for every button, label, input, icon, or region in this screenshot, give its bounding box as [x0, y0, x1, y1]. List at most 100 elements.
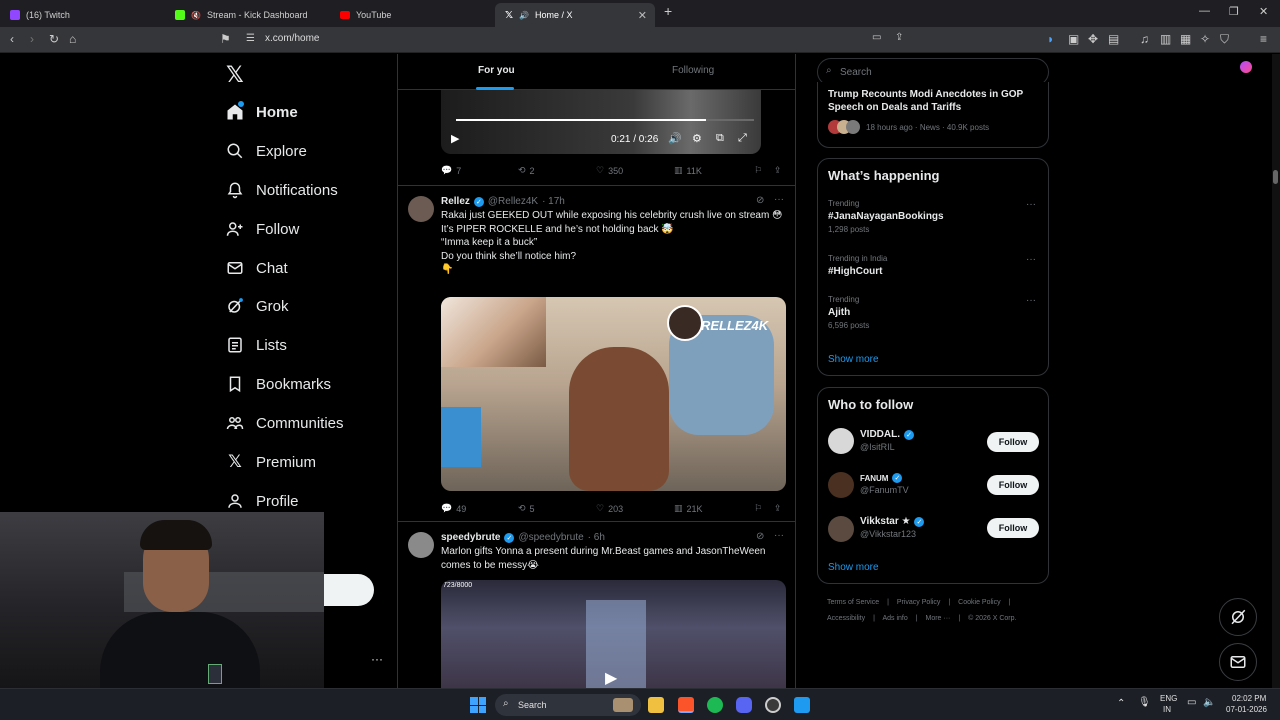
extension-icon[interactable]: ◗ [1047, 32, 1054, 46]
play-icon[interactable]: ▶ [605, 668, 617, 688]
sidebar-item-premium[interactable]: 𝕏 Premium [226, 449, 316, 475]
user-info[interactable]: Vikkstar ★ ✓ @Vikkstar123 [860, 516, 925, 539]
tweet[interactable]: Rellez ✓ @Rellez4K · 17h ⊘ ··· Rakai jus… [398, 185, 795, 521]
brave-browser-icon[interactable] [678, 697, 694, 713]
new-tab-button[interactable]: + [664, 3, 672, 19]
network-icon[interactable]: ▭ [1187, 697, 1196, 708]
sidebar-item-explore[interactable]: Explore [226, 138, 307, 164]
restore-button[interactable]: ❐ [1229, 5, 1239, 18]
avatar[interactable] [828, 472, 854, 498]
puzzle-icon[interactable]: ✥ [1088, 32, 1098, 46]
sidebar-item-home[interactable]: Home [226, 99, 298, 125]
handle[interactable]: @Rellez4K [488, 196, 538, 207]
scrollbar-thumb[interactable] [1273, 170, 1278, 184]
share-button[interactable]: ⇪ [774, 503, 782, 514]
play-icon[interactable]: ▶ [451, 132, 459, 145]
follow-button[interactable]: Follow [987, 432, 1039, 452]
like-button[interactable]: ♡ 203 [596, 503, 623, 514]
more-options-icon[interactable]: ··· [774, 530, 784, 541]
windows-start-icon[interactable] [470, 697, 486, 713]
close-window-button[interactable]: ✕ [1259, 5, 1268, 18]
bookmark-page-icon[interactable]: ⚑ [220, 32, 231, 46]
tab-twitch[interactable]: (16) Twitch [0, 3, 165, 27]
tab-for-you[interactable]: For you [478, 65, 515, 76]
sidebar-icon[interactable]: ▥ [1160, 32, 1171, 46]
volume-icon[interactable]: 🔈 [1203, 697, 1215, 708]
clock-date[interactable]: 07-01-2026 [1226, 705, 1267, 714]
reply-button[interactable]: 💬 7 [441, 165, 461, 176]
tweet-media-video[interactable]: RELLEZ4K [441, 297, 786, 491]
tweet-media-video[interactable]: 723/8000 ▶ [441, 580, 786, 688]
share-button[interactable]: ⇪ [774, 165, 782, 176]
more-options-icon[interactable]: ··· [1026, 254, 1036, 265]
user-info[interactable]: FANUM ✓ @FanumTV [860, 473, 909, 495]
messages-button[interactable] [1219, 643, 1257, 681]
footer-link[interactable]: Cookie Policy [958, 599, 1000, 606]
timestamp[interactable]: · 17h [542, 196, 565, 207]
settings-gear-icon[interactable]: ⚙ [692, 132, 702, 145]
trend-item[interactable]: Trending Ajith 6,596 posts [828, 295, 869, 330]
trend-item[interactable]: Trending #JanaNayaganBookings 1,298 post… [828, 199, 944, 234]
sidebar-item-bookmarks[interactable]: Bookmarks [226, 371, 331, 397]
sidebar-item-grok[interactable]: Grok [226, 293, 289, 319]
app-icon[interactable] [794, 697, 810, 713]
search-input[interactable]: Search [840, 67, 872, 78]
reload-icon[interactable]: ↻ [49, 32, 59, 46]
leo-ai-icon[interactable]: ✧ [1200, 32, 1210, 46]
user-info[interactable]: VIDDAL. ✓ @IsitRIL [860, 429, 914, 452]
discord-icon[interactable] [736, 697, 752, 713]
avatar[interactable] [408, 532, 434, 558]
more-icon[interactable]: ··· [371, 652, 383, 666]
wallet-icon[interactable]: ▦ [1180, 32, 1191, 46]
profile-avatar-icon[interactable] [1240, 61, 1252, 73]
scrollbar[interactable] [1272, 54, 1280, 688]
tab-following[interactable]: Following [672, 65, 714, 76]
tab-kick[interactable]: 🔇 Stream - Kick Dashboard [165, 3, 330, 27]
video-progress-track[interactable] [456, 119, 754, 121]
share-icon[interactable]: ⇪ [895, 32, 903, 43]
taskbar-search[interactable]: ⌕ Search [495, 694, 641, 716]
avatar[interactable] [828, 428, 854, 454]
footer-link[interactable]: Terms of Service [827, 599, 879, 606]
follow-button[interactable]: Follow [987, 518, 1039, 538]
forward-icon[interactable]: › [30, 32, 34, 46]
views-button[interactable]: ▥ 11K [674, 165, 702, 176]
language-region[interactable]: IN [1163, 705, 1171, 714]
show-more-link[interactable]: Show more [828, 354, 879, 365]
grok-icon[interactable]: ⊘ [756, 531, 764, 542]
footer-link[interactable]: More ··· [926, 615, 951, 622]
extension-icon[interactable]: ▣ [1068, 32, 1079, 46]
volume-icon[interactable]: 🔊 [668, 132, 682, 145]
grok-button[interactable] [1219, 598, 1257, 636]
display-name[interactable]: Rellez [441, 196, 470, 207]
trend-item[interactable]: Trending in India #HighCourt [828, 254, 887, 277]
sidebar-item-follow[interactable]: Follow [226, 216, 299, 242]
avatar[interactable] [408, 196, 434, 222]
video-player[interactable]: ▶ 0:21 / 0:26 🔊 ⚙ ⧉ ⤢ [441, 90, 761, 154]
install-app-icon[interactable]: ▭ [872, 32, 881, 43]
display-name[interactable]: speedybrute [441, 532, 500, 543]
chevron-up-icon[interactable]: ⌃ [1117, 698, 1125, 709]
news-card[interactable]: Trump Recounts Modi Anecdotes in GOP Spe… [817, 82, 1049, 148]
like-button[interactable]: ♡ 350 [596, 165, 623, 176]
close-tab-icon[interactable]: ✕ [638, 9, 647, 22]
sidebar-item-chat[interactable]: Chat [226, 255, 288, 281]
footer-link[interactable]: Privacy Policy [897, 599, 941, 606]
footer-link[interactable]: Accessibility [827, 615, 865, 622]
music-icon[interactable]: ♫ [1140, 32, 1149, 46]
reply-button[interactable]: 💬 49 [441, 503, 466, 514]
back-icon[interactable]: ‹ [10, 32, 14, 46]
x-logo-icon[interactable]: 𝕏 [226, 62, 244, 88]
repost-button[interactable]: ⟲ 5 [518, 503, 535, 514]
avatar[interactable] [828, 516, 854, 542]
more-options-icon[interactable]: ··· [1026, 295, 1036, 306]
follow-button[interactable]: Follow [987, 475, 1039, 495]
site-info-icon[interactable]: ☰ [246, 33, 255, 44]
fullscreen-icon[interactable]: ⤢ [738, 132, 747, 145]
repost-button[interactable]: ⟲ 2 [518, 165, 535, 176]
language-indicator[interactable]: ENG [1160, 694, 1177, 703]
extension-icon[interactable]: ▤ [1108, 32, 1119, 46]
timestamp[interactable]: · 6h [588, 532, 605, 543]
grok-icon[interactable]: ⊘ [756, 195, 764, 206]
bookmark-button[interactable]: ⚐ [754, 503, 762, 514]
